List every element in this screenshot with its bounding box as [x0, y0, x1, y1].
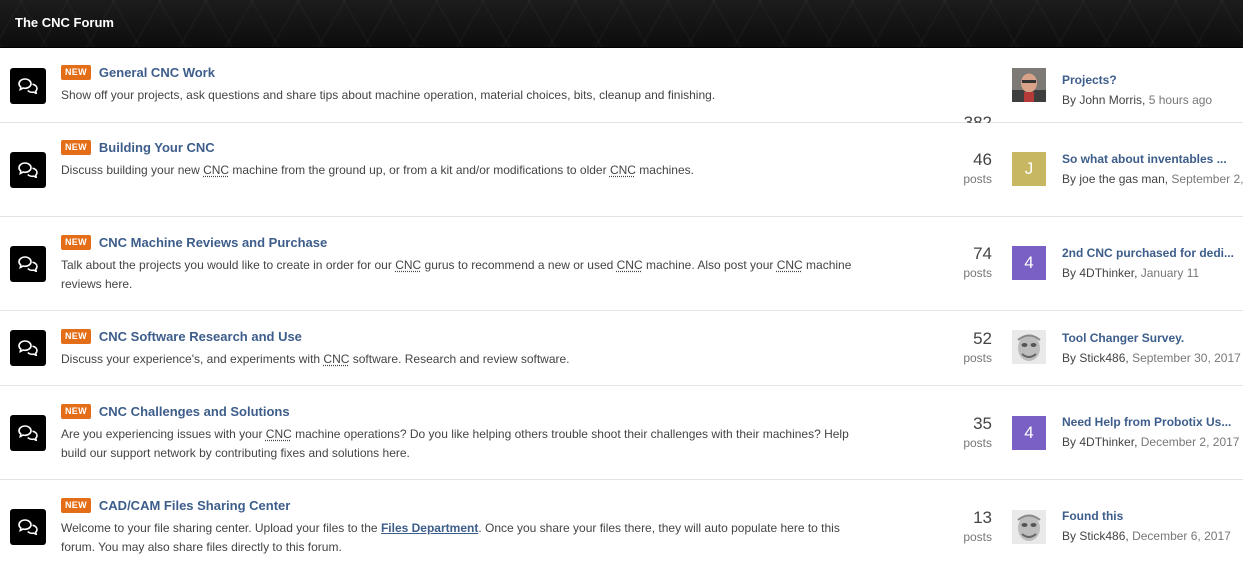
- forum-description: Are you experiencing issues with your CN…: [61, 425, 861, 463]
- forum-info: NEW CAD/CAM Files Sharing Center Welcome…: [61, 497, 861, 557]
- post-stats: 35 posts: [940, 415, 992, 450]
- avatar[interactable]: [1012, 68, 1046, 102]
- chat-bubbles-icon[interactable]: [10, 330, 46, 366]
- chat-bubbles-icon[interactable]: [10, 415, 46, 451]
- last-post-meta: By John Morris, 5 hours ago: [1062, 93, 1243, 107]
- avatar[interactable]: 4: [1012, 416, 1046, 450]
- last-post-meta: By Stick486, September 30, 2017: [1062, 351, 1243, 365]
- last-post-author[interactable]: John Morris: [1079, 93, 1142, 107]
- post-count-label: posts: [940, 266, 992, 280]
- avatar[interactable]: 4: [1012, 246, 1046, 280]
- forum-info: NEW General CNC Work Show off your proje…: [61, 64, 861, 105]
- chat-bubbles-icon[interactable]: [10, 68, 46, 104]
- forum-title-link[interactable]: CNC Software Research and Use: [99, 329, 302, 344]
- forum-info: NEW CNC Software Research and Use Discus…: [61, 328, 861, 369]
- forum-title-link[interactable]: CNC Challenges and Solutions: [99, 404, 290, 419]
- last-post: Need Help from Probotix Us... By 4DThink…: [1062, 415, 1243, 449]
- last-post-author[interactable]: Stick486: [1079, 351, 1125, 365]
- avatar[interactable]: [1012, 330, 1046, 364]
- forum-title-link[interactable]: CNC Machine Reviews and Purchase: [99, 235, 327, 250]
- forum-description: Welcome to your file sharing center. Upl…: [61, 519, 861, 557]
- forum-title-link[interactable]: Building Your CNC: [99, 140, 215, 155]
- forum-description: Discuss building your new CNC machine fr…: [61, 161, 861, 180]
- forum-title-link[interactable]: CAD/CAM Files Sharing Center: [99, 498, 290, 513]
- last-post-date: January 11: [1141, 266, 1199, 280]
- forum-row: NEW CNC Machine Reviews and Purchase Tal…: [0, 217, 1243, 311]
- last-post-title[interactable]: 2nd CNC purchased for dedi...: [1062, 246, 1243, 260]
- post-stats: 74 posts: [940, 245, 992, 280]
- last-post-date: September 2, 2: [1171, 172, 1243, 186]
- last-post-title[interactable]: Need Help from Probotix Us...: [1062, 415, 1243, 429]
- forum-title-link[interactable]: General CNC Work: [99, 65, 215, 80]
- last-post-title[interactable]: Tool Changer Survey.: [1062, 331, 1243, 345]
- last-post-author[interactable]: Stick486: [1079, 529, 1125, 543]
- post-count-number: 74: [940, 245, 992, 263]
- new-badge: NEW: [61, 140, 91, 155]
- new-badge: NEW: [61, 329, 91, 344]
- last-post: So what about inventables ... By joe the…: [1062, 152, 1243, 186]
- forum-row: NEW CNC Challenges and Solutions Are you…: [0, 386, 1243, 480]
- post-count-label: posts: [940, 172, 992, 186]
- post-count-number: 52: [940, 330, 992, 348]
- post-stats: 13 posts: [940, 509, 992, 544]
- chat-bubbles-icon[interactable]: [10, 246, 46, 282]
- last-post-date: December 6, 2017: [1132, 529, 1231, 543]
- new-badge: NEW: [61, 65, 91, 80]
- forum-info: NEW CNC Machine Reviews and Purchase Tal…: [61, 234, 861, 294]
- forum-description: Talk about the projects you would like t…: [61, 256, 861, 294]
- last-post-meta: By 4DThinker, December 2, 2017: [1062, 435, 1243, 449]
- post-count-label: posts: [940, 530, 992, 544]
- last-post-meta: By 4DThinker, January 11: [1062, 266, 1243, 280]
- chat-bubbles-icon[interactable]: [10, 152, 46, 188]
- avatar[interactable]: J: [1012, 152, 1046, 186]
- new-badge: NEW: [61, 235, 91, 250]
- forum-info: NEW Building Your CNC Discuss building y…: [61, 139, 861, 180]
- post-count-number: 13: [940, 509, 992, 527]
- forum-row: NEW Building Your CNC Discuss building y…: [0, 123, 1243, 217]
- last-post: 2nd CNC purchased for dedi... By 4DThink…: [1062, 246, 1243, 280]
- forum-description: Show off your projects, ask questions an…: [61, 86, 861, 105]
- forum-row: NEW CNC Software Research and Use Discus…: [0, 311, 1243, 386]
- forum-info: NEW CNC Challenges and Solutions Are you…: [61, 403, 861, 463]
- avatar[interactable]: [1012, 510, 1046, 544]
- last-post-author[interactable]: joe the gas man: [1079, 172, 1164, 186]
- forum-header: The CNC Forum: [0, 0, 1243, 48]
- last-post-title[interactable]: So what about inventables ...: [1062, 152, 1243, 166]
- last-post-author[interactable]: 4DThinker: [1079, 266, 1134, 280]
- last-post: Tool Changer Survey. By Stick486, Septem…: [1062, 331, 1243, 365]
- forum-row: NEW CAD/CAM Files Sharing Center Welcome…: [0, 480, 1243, 580]
- last-post-author[interactable]: 4DThinker: [1079, 435, 1134, 449]
- chat-bubbles-icon[interactable]: [10, 509, 46, 545]
- last-post: Found this By Stick486, December 6, 2017: [1062, 509, 1243, 543]
- last-post-date: December 2, 2017: [1141, 435, 1240, 449]
- forum-description: Discuss your experience's, and experimen…: [61, 350, 861, 369]
- new-badge: NEW: [61, 498, 91, 513]
- last-post: Projects? By John Morris, 5 hours ago: [1062, 73, 1243, 107]
- post-stats: 46 posts: [940, 151, 992, 186]
- post-stats: 52 posts: [940, 330, 992, 365]
- post-count-number: 35: [940, 415, 992, 433]
- last-post-date: 5 hours ago: [1149, 93, 1212, 107]
- files-department-link[interactable]: Files Department: [381, 521, 478, 535]
- last-post-meta: By joe the gas man, September 2, 2: [1062, 172, 1243, 186]
- last-post-meta: By Stick486, December 6, 2017: [1062, 529, 1243, 543]
- last-post-title[interactable]: Projects?: [1062, 73, 1243, 87]
- last-post-title[interactable]: Found this: [1062, 509, 1243, 523]
- new-badge: NEW: [61, 404, 91, 419]
- last-post-date: September 30, 2017: [1132, 351, 1241, 365]
- forum-list: NEW General CNC Work Show off your proje…: [0, 48, 1243, 580]
- forum-row: NEW General CNC Work Show off your proje…: [0, 48, 1243, 123]
- post-count-number: 46: [940, 151, 992, 169]
- post-count-label: posts: [940, 436, 992, 450]
- page-title: The CNC Forum: [15, 15, 114, 30]
- post-count-label: posts: [940, 351, 992, 365]
